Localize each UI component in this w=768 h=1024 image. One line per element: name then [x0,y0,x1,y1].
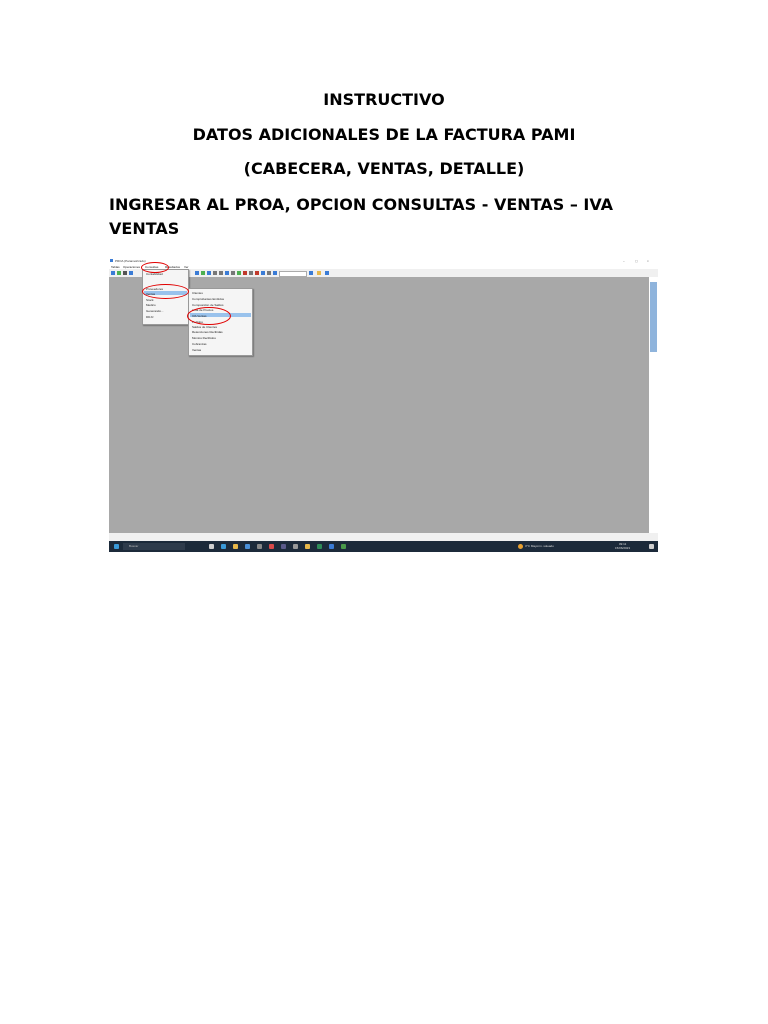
toolbar-icon[interactable] [267,271,271,275]
toolbar-icon[interactable] [129,271,133,275]
weather-text: 3°C Mayorm. soleado [525,544,554,548]
toolbar-icon[interactable] [237,271,241,275]
toolbar-icon[interactable] [225,271,229,275]
side-panel [649,277,658,533]
weather-icon [518,544,523,549]
app-icon [110,259,113,262]
annotation-circle-iva-ventas [187,307,231,325]
document-subtitle: DATOS ADICIONALES DE LA FACTURA PAMI [192,125,576,144]
toolbar-icon[interactable] [201,271,205,275]
status-bar [109,533,658,541]
menu-item-saldos[interactable]: Saldos de Clientes [192,325,217,329]
menu-item-retenciones[interactable]: Retenciones Recibidas [192,330,223,334]
toolbar-icon[interactable] [117,271,121,275]
toolbar-icon[interactable] [249,271,253,275]
side-panel-tab[interactable] [650,282,657,352]
excel-icon[interactable] [317,544,322,549]
chrome-icon[interactable] [269,544,274,549]
edge-icon[interactable] [221,544,226,549]
document-title: INSTRUCTIVO [323,90,445,109]
explorer-icon[interactable] [233,544,238,549]
app-icon[interactable] [329,544,334,549]
toolbar-icon[interactable] [243,271,247,275]
menu-item-generando[interactable]: Generando... [146,309,164,313]
app-icon[interactable] [305,544,310,549]
start-icon[interactable] [114,544,119,549]
document-subtitle-2: (CABECERA, VENTAS, DETALLE) [243,159,525,178]
close-icon[interactable]: × [647,259,649,263]
app-screenshot: PROA (Parametrizado) – ▢ × Tablas Operac… [109,258,658,552]
app-icon[interactable] [293,544,298,549]
toolbar-icon[interactable] [261,271,265,275]
toolbar-icon[interactable] [219,271,223,275]
window-title: PROA (Parametrizado) [115,259,146,263]
menu-item-ddjj[interactable]: DDJJ [146,315,153,319]
step-instruction: INGRESAR AL PROA, OPCION CONSULTAS - VEN… [109,195,614,238]
clock-date: 15/06/2023 [615,546,631,550]
maximize-icon[interactable]: ▢ [635,259,638,263]
toolbar-icon[interactable] [123,271,127,275]
toolbar-icon[interactable] [111,271,115,275]
toolbar-icon[interactable] [273,271,277,275]
app-icon[interactable] [257,544,262,549]
annotation-circle-consultas [141,262,169,273]
menu-item-stock[interactable]: Stock [146,298,154,302]
toolbar-icon[interactable] [255,271,259,275]
menu-item-cobranzas[interactable]: Cobranzas [192,342,207,346]
toolbar-icon[interactable] [231,271,235,275]
menu-item-montos[interactable]: Montos Recibidos [192,336,216,340]
menu-item-clientes[interactable]: Clientes [192,291,203,295]
app-icon[interactable] [341,544,346,549]
windows-taskbar: Buscar 3°C Mayorm. soleado 09:11 15/06/2… [109,541,658,552]
notification-icon[interactable] [649,544,654,549]
search-placeholder: Buscar [129,544,139,548]
mail-icon[interactable] [245,544,250,549]
menu-item-comprobantes[interactable]: Comprobantes Emitidos [192,297,224,301]
menu-item-ventas-sub[interactable]: Ventas [192,348,201,352]
app-icon[interactable] [281,544,286,549]
help-icon[interactable] [325,271,329,275]
toolbar-icon[interactable] [207,271,211,275]
minimize-icon[interactable]: – [623,259,625,263]
taskbar-search[interactable]: Buscar [123,543,185,550]
toolbar-icon[interactable] [195,271,199,275]
folder-icon[interactable] [317,271,321,275]
menu-item-medico[interactable]: Medico [146,303,156,307]
toolbar-icon[interactable] [213,271,217,275]
search-icon[interactable] [309,271,313,275]
taskview-icon[interactable] [209,544,214,549]
annotation-circle-ventas [142,284,189,299]
